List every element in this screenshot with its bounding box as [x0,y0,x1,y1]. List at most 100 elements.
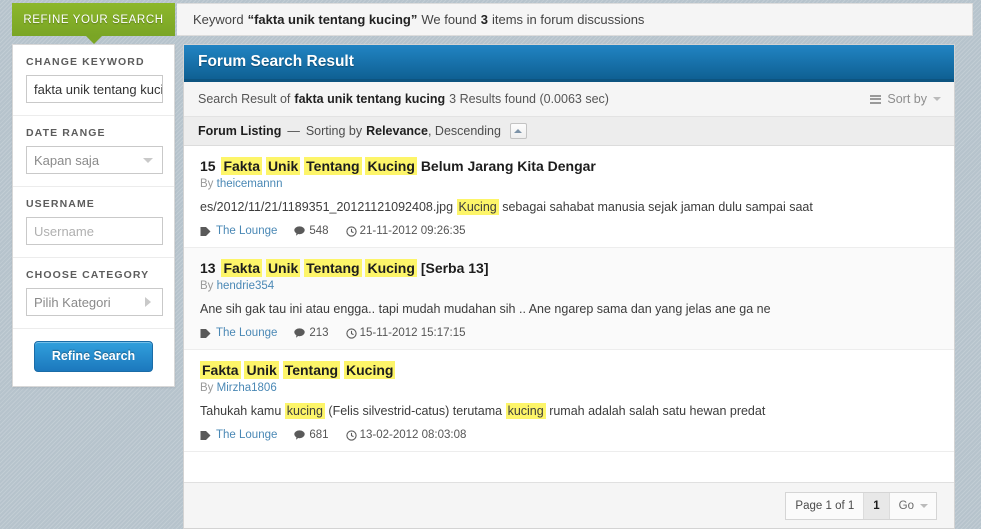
highlighted-term: Unik [244,361,279,379]
chevron-down-icon [933,97,941,101]
summary-prefix: Search Result of [198,92,291,106]
refine-your-search-tab[interactable]: REFINE YOUR SEARCH [12,3,175,44]
tag-icon [200,226,211,236]
result-author-line: By Mirzha1806 [200,382,938,394]
clock-icon [345,327,357,339]
post-date: 21-11-2012 09:26:35 [345,225,466,237]
reply-count-value: 548 [309,225,329,237]
pagination: Page 1 of 1 1 Go [785,491,937,520]
highlighted-term: Fakta [200,361,241,379]
result-title[interactable]: 15 Fakta Unik Tentang Kucing Belum Jaran… [200,157,938,176]
author-link[interactable]: theicemannn [217,178,283,190]
highlighted-term: Kucing [365,157,417,175]
choose-category-value: Pilih Kategori [34,294,111,310]
result-number: 13 [200,260,216,276]
page-indicator: Page 1 of 1 [795,499,855,512]
sort-by-dropdown[interactable]: Sort by [870,92,941,106]
change-keyword-input[interactable]: fakta unik tentang kuci [26,75,163,103]
collapse-listing-button[interactable] [509,123,527,139]
result-meta: The Lounge 548 21-11-2012 09:26:35 [200,225,938,237]
author-link[interactable]: Mirzha1806 [217,382,277,394]
highlighted-term: Fakta [221,259,263,277]
filter-group-username: USERNAME Username [13,187,174,258]
result-snippet: Tahukah kamu kucing (Felis silvestrid-ca… [200,402,938,421]
forum-listing-title: Forum Listing [198,124,282,138]
result-author-line: By theicemannn [200,178,938,190]
top-bar: REFINE YOUR SEARCH Keyword “fakta unik t… [0,0,981,44]
plain-text: (Felis silvestrid-catus) terutama [328,403,503,418]
forum-category-link[interactable]: The Lounge [200,327,277,339]
refine-search-button[interactable]: Refine Search [33,341,154,372]
choose-category-select[interactable]: Pilih Kategori [26,288,163,316]
refine-search-button-wrap: Refine Search [13,329,174,380]
plain-text: Ane sih gak tau ini atau engga.. tapi mu… [200,301,771,316]
result-list: 15 Fakta Unik Tentang Kucing Belum Jaran… [184,146,954,452]
refine-search-sidebar: CHANGE KEYWORD fakta unik tentang kuci D… [12,44,175,387]
tag-icon [200,328,211,338]
plain-text: Belum Jarang Kita Dengar [420,158,596,174]
sort-by-label: Sort by [887,92,927,106]
tag-icon [200,430,211,440]
forum-category-link[interactable]: The Lounge [200,429,277,441]
forum-name: The Lounge [216,429,278,441]
username-placeholder: Username [34,223,94,239]
chevron-down-icon [143,158,153,163]
comment-icon [294,226,306,236]
by-label: By [200,177,214,190]
username-input[interactable]: Username [26,217,163,245]
username-label: USERNAME [26,198,95,210]
sorting-by-prefix: Sorting by [305,124,363,138]
keyword-result-count: 3 [480,12,488,27]
listing-dash: — [287,124,300,138]
forum-search-result-panel: Forum Search Result Search Result of fak… [183,44,955,529]
date-range-select[interactable]: Kapan saja [26,146,163,174]
keyword-suffix-text: items in forum discussions [491,12,645,27]
highlighted-term: Kucing [365,259,417,277]
result-item: Fakta Unik Tentang Kucing By Mirzha1806 … [184,350,954,452]
author-link[interactable]: hendrie354 [217,280,275,292]
plain-text: sebagai sahabat manusia sejak jaman dulu… [502,199,813,214]
panel-footer: Page 1 of 1 1 Go [184,482,954,528]
result-meta: The Lounge 213 15-11-2012 15:17:15 [200,327,938,339]
clock-icon [345,225,357,237]
forum-category-link[interactable]: The Lounge [200,225,277,237]
reply-count: 213 [294,327,329,339]
choose-category-label: CHOOSE CATEGORY [26,269,150,281]
result-snippet: Ane sih gak tau ini atau engga.. tapi mu… [200,301,938,319]
chevron-up-icon [514,129,523,133]
tab-pointer-triangle-icon [85,36,102,44]
filter-group-choose-category: CHOOSE CATEGORY Pilih Kategori [13,258,174,329]
highlighted-term: Tentang [304,157,362,175]
result-title[interactable]: 13 Fakta Unik Tentang Kucing [Serba 13] [200,259,938,278]
plain-text: es/2012/11/21/1189351_20121121092408.jpg [200,199,454,214]
post-date: 13-02-2012 08:03:08 [345,429,466,441]
plain-text: [Serba 13] [420,260,489,276]
go-dropdown[interactable]: Go [890,493,936,519]
post-date-value: 21-11-2012 09:26:35 [359,225,466,237]
chevron-right-icon [145,297,151,307]
clock-icon [345,429,357,441]
highlighted-term: kucing [284,402,325,419]
result-title[interactable]: Fakta Unik Tentang Kucing [200,361,938,380]
highlighted-term: Kucing [456,198,499,215]
highlighted-term: Unik [265,259,301,277]
chevron-down-icon [920,503,928,508]
result-item: 13 Fakta Unik Tentang Kucing [Serba 13] … [184,248,954,350]
comment-icon [294,328,306,338]
reply-count: 681 [294,429,329,441]
post-date-value: 15-11-2012 15:17:15 [359,327,466,339]
comment-icon [294,430,306,440]
forum-name: The Lounge [216,225,278,237]
result-meta: The Lounge 681 13-02-2012 08:03:08 [200,429,938,441]
result-author-line: By hendrie354 [200,280,938,292]
current-page-input[interactable]: 1 [863,492,890,519]
reply-count: 548 [294,225,329,237]
forum-listing-bar: Forum Listing — Sorting by Relevance , D… [184,117,954,146]
highlighted-term: Fakta [221,157,263,175]
date-range-label: DATE RANGE [26,127,106,139]
highlighted-term: Kucing [344,361,396,379]
result-number: 15 [200,158,216,174]
summary-keyword: fakta unik tentang kucing [294,92,446,106]
go-label: Go [898,499,914,512]
highlighted-term: Tentang [304,259,362,277]
